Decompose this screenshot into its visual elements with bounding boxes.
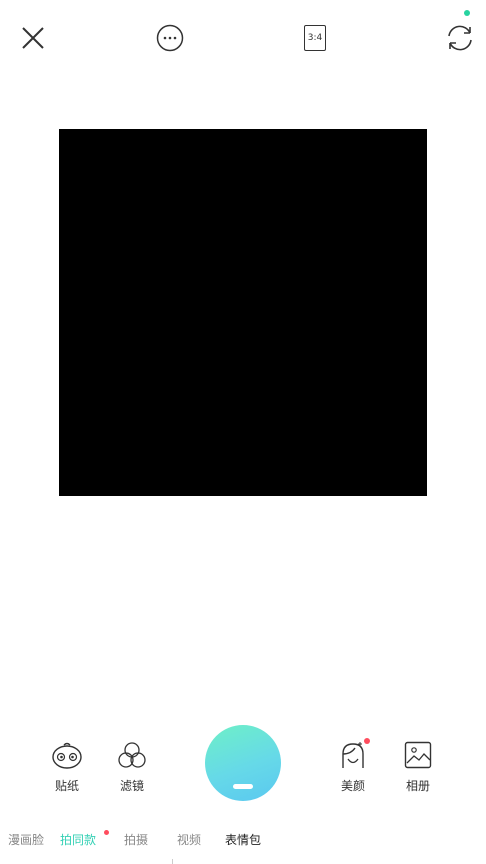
album-image-icon — [402, 739, 434, 771]
beauty-label: 美颜 — [340, 779, 365, 793]
mode-tab-comic-face[interactable]: 漫画脸 — [8, 831, 44, 848]
more-button[interactable] — [150, 18, 190, 58]
filter-circles-icon — [116, 739, 148, 771]
more-icon — [156, 24, 184, 52]
album-label: 相册 — [405, 779, 430, 793]
aspect-ratio-button[interactable]: 3:4 — [295, 18, 335, 58]
sticker-label: 贴纸 — [54, 779, 79, 793]
camera-flip-icon — [448, 25, 472, 51]
close-button[interactable] — [13, 18, 53, 58]
album-button[interactable]: 相册 — [388, 739, 448, 794]
mode-tab-photo[interactable]: 拍摄 — [124, 831, 148, 848]
notification-dot — [464, 10, 470, 16]
beauty-button[interactable]: 美颜 — [323, 738, 383, 794]
mode-badge-dot — [104, 830, 109, 835]
mode-tabs: 漫画脸 拍同款 拍摄 视频 表情包 — [0, 826, 486, 864]
filter-label: 滤镜 — [119, 779, 144, 793]
camera-flip-button[interactable] — [440, 18, 480, 58]
camera-preview[interactable] — [59, 129, 427, 496]
shutter-button[interactable] — [205, 725, 281, 801]
sticker-button[interactable]: 贴纸 — [37, 739, 97, 794]
close-icon — [22, 27, 44, 49]
mode-tab-emoji[interactable]: 表情包 — [225, 831, 261, 848]
top-bar: 3:4 — [0, 0, 486, 76]
mode-tab-video[interactable]: 视频 — [177, 831, 201, 848]
sticker-face-icon — [51, 739, 83, 771]
beauty-face-icon — [337, 738, 370, 771]
aspect-ratio-label: 3:4 — [304, 25, 326, 51]
mode-tab-same-style[interactable]: 拍同款 — [60, 831, 96, 848]
beauty-badge-dot — [364, 738, 370, 744]
mode-indicator — [172, 859, 173, 864]
shutter-smile-icon — [233, 784, 253, 789]
filter-button[interactable]: 滤镜 — [102, 739, 162, 794]
